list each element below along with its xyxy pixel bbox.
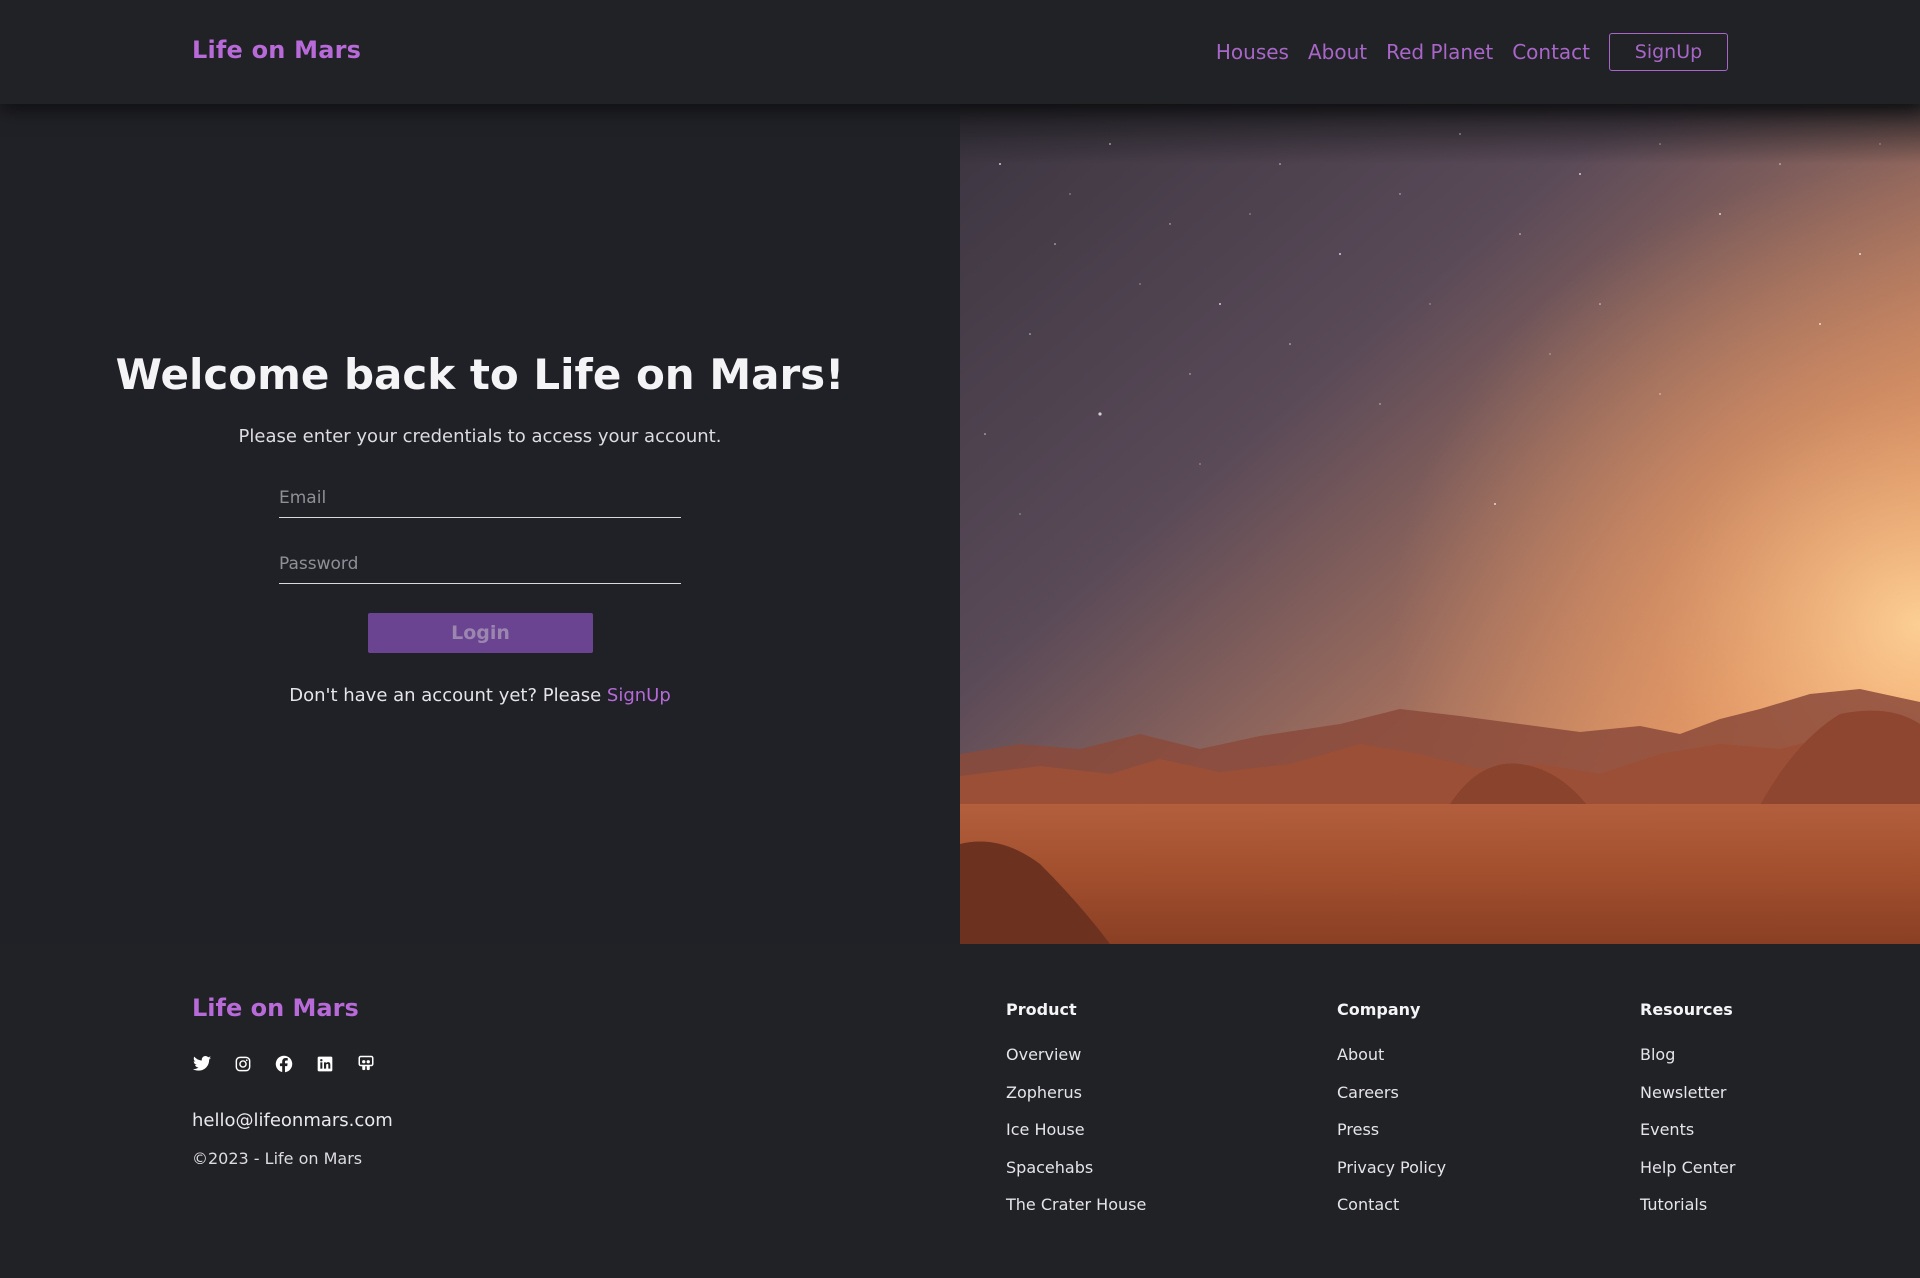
login-panel: Welcome back to Life on Mars! Please ent… — [0, 104, 960, 944]
footer-link-ice-house[interactable]: Ice House — [1006, 1120, 1146, 1140]
email-field[interactable] — [279, 478, 681, 518]
footer-column-title: Company — [1337, 1000, 1421, 1019]
footer-column-product: Product Overview Zopherus Ice House Spac… — [1006, 1000, 1146, 1233]
signup-link[interactable]: SignUp — [607, 685, 671, 706]
footer-column-resources: Resources Blog Newsletter Events Help Ce… — [1640, 1000, 1735, 1233]
nav-link-contact[interactable]: Contact — [1512, 40, 1590, 64]
footer-link-careers[interactable]: Careers — [1337, 1083, 1446, 1103]
signup-prompt: Don't have an account yet? Please SignUp — [0, 685, 960, 706]
brand-logo[interactable]: Life on Mars — [192, 36, 361, 64]
facebook-icon[interactable] — [274, 1054, 293, 1073]
footer-link-about[interactable]: About — [1337, 1045, 1446, 1065]
footer-link-spacehabs[interactable]: Spacehabs — [1006, 1158, 1146, 1178]
nav-links: Houses About Red Planet Contact SignUp — [1216, 33, 1728, 71]
linkedin-icon[interactable] — [315, 1054, 334, 1073]
footer-brand: Life on Mars — [192, 994, 359, 1022]
footer-link-overview[interactable]: Overview — [1006, 1045, 1146, 1065]
nav-link-red-planet[interactable]: Red Planet — [1386, 40, 1493, 64]
slideshare-icon[interactable] — [356, 1054, 375, 1073]
mars-landscape-image — [960, 104, 1920, 944]
signup-prompt-text: Don't have an account yet? Please — [289, 685, 607, 706]
footer-link-contact[interactable]: Contact — [1337, 1195, 1446, 1215]
login-title: Welcome back to Life on Mars! — [115, 350, 845, 399]
footer-column-title: Resources — [1640, 1000, 1733, 1019]
instagram-icon[interactable] — [233, 1054, 252, 1073]
footer-link-press[interactable]: Press — [1337, 1120, 1446, 1140]
main-content: Welcome back to Life on Mars! Please ent… — [0, 104, 1920, 944]
login-button[interactable]: Login — [368, 613, 593, 653]
footer-column-company: Company About Careers Press Privacy Poli… — [1337, 1000, 1446, 1233]
footer-link-help-center[interactable]: Help Center — [1640, 1158, 1735, 1178]
footer-link-privacy-policy[interactable]: Privacy Policy — [1337, 1158, 1446, 1178]
twitter-icon[interactable] — [192, 1054, 211, 1073]
footer-copyright: ©2023 - Life on Mars — [192, 1149, 363, 1168]
footer-link-tutorials[interactable]: Tutorials — [1640, 1195, 1735, 1215]
nav-link-about[interactable]: About — [1308, 40, 1367, 64]
nav-signup-button[interactable]: SignUp — [1609, 33, 1728, 71]
footer-link-zopherus[interactable]: Zopherus — [1006, 1083, 1146, 1103]
footer-column-title: Product — [1006, 1000, 1077, 1019]
nav-link-houses[interactable]: Houses — [1216, 40, 1289, 64]
social-links — [192, 1054, 375, 1073]
footer-link-events[interactable]: Events — [1640, 1120, 1735, 1140]
footer-link-crater-house[interactable]: The Crater House — [1006, 1195, 1146, 1215]
password-field[interactable] — [279, 544, 681, 584]
footer-link-blog[interactable]: Blog — [1640, 1045, 1735, 1065]
navbar: Life on Mars Houses About Red Planet Con… — [0, 0, 1920, 104]
login-subtitle: Please enter your credentials to access … — [238, 426, 722, 447]
footer-link-newsletter[interactable]: Newsletter — [1640, 1083, 1735, 1103]
mars-landscape-illustration — [960, 104, 1920, 944]
footer-email[interactable]: hello@lifeonmars.com — [192, 1110, 393, 1131]
footer: Life on Mars hello@lifeonmars.com ©2023 … — [0, 944, 1920, 1278]
